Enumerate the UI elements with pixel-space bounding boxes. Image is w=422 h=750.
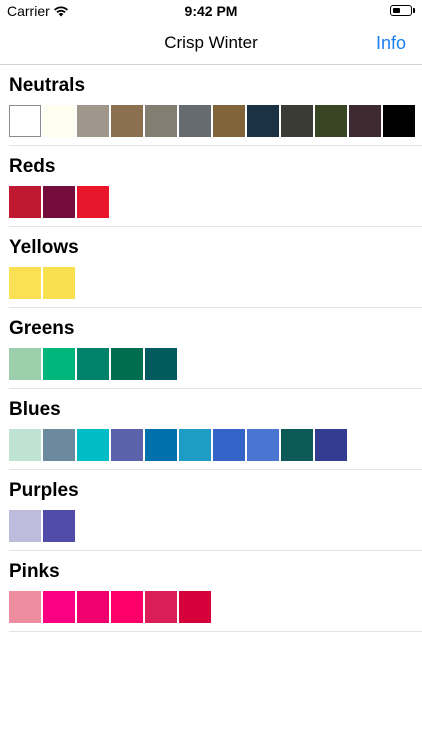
info-button[interactable]: Info — [376, 33, 406, 54]
color-swatch[interactable] — [77, 105, 109, 137]
color-swatch[interactable] — [43, 348, 75, 380]
color-swatch[interactable] — [9, 105, 41, 137]
color-swatch[interactable] — [281, 105, 313, 137]
color-swatch[interactable] — [9, 186, 41, 218]
swatch-row — [9, 591, 213, 623]
color-swatch[interactable] — [145, 429, 177, 461]
battery-icon — [390, 5, 412, 16]
color-swatch[interactable] — [247, 105, 279, 137]
navigation-bar: Crisp Winter Info — [0, 22, 422, 65]
section-purples: Purples — [9, 470, 422, 551]
swatch-row — [9, 510, 77, 542]
swatch-row — [9, 186, 111, 218]
color-swatch[interactable] — [77, 348, 109, 380]
color-swatch[interactable] — [43, 267, 75, 299]
swatch-row — [9, 105, 417, 137]
color-swatch[interactable] — [179, 591, 211, 623]
section-neutrals: Neutrals — [9, 65, 422, 146]
battery-cap — [413, 8, 415, 13]
color-swatch[interactable] — [9, 591, 41, 623]
section-title: Yellows — [9, 237, 79, 258]
section-title: Pinks — [9, 561, 60, 582]
color-swatch[interactable] — [213, 105, 245, 137]
color-swatch[interactable] — [281, 429, 313, 461]
color-swatch[interactable] — [9, 510, 41, 542]
color-swatch[interactable] — [213, 429, 245, 461]
color-swatch[interactable] — [43, 186, 75, 218]
color-swatch[interactable] — [77, 186, 109, 218]
clock: 9:42 PM — [184, 3, 238, 19]
section-blues: Blues — [9, 389, 422, 470]
color-swatch[interactable] — [43, 105, 75, 137]
color-swatch[interactable] — [43, 510, 75, 542]
status-bar: Carrier 9:42 PM — [0, 0, 422, 22]
section-pinks: Pinks — [9, 551, 422, 632]
section-title: Blues — [9, 399, 61, 420]
color-swatch[interactable] — [111, 348, 143, 380]
color-swatch[interactable] — [315, 429, 347, 461]
color-swatch[interactable] — [111, 429, 143, 461]
battery-level — [393, 8, 400, 13]
color-swatch[interactable] — [349, 105, 381, 137]
section-title: Purples — [9, 480, 79, 501]
color-swatch[interactable] — [9, 348, 41, 380]
section-title: Reds — [9, 156, 56, 177]
color-swatch[interactable] — [9, 267, 41, 299]
swatch-row — [9, 429, 349, 461]
page-title: Crisp Winter — [164, 33, 258, 52]
color-swatch[interactable] — [9, 429, 41, 461]
color-swatch[interactable] — [77, 591, 109, 623]
color-swatch[interactable] — [315, 105, 347, 137]
section-reds: Reds — [9, 146, 422, 227]
color-swatch[interactable] — [179, 429, 211, 461]
section-title: Greens — [9, 318, 75, 339]
color-swatch[interactable] — [247, 429, 279, 461]
section-yellows: Yellows — [9, 227, 422, 308]
color-swatch[interactable] — [145, 105, 177, 137]
swatch-row — [9, 267, 77, 299]
color-swatch[interactable] — [43, 591, 75, 623]
color-swatch[interactable] — [43, 429, 75, 461]
color-swatch[interactable] — [77, 429, 109, 461]
color-swatch[interactable] — [179, 105, 211, 137]
color-swatch[interactable] — [111, 591, 143, 623]
color-swatch[interactable] — [383, 105, 415, 137]
color-swatch[interactable] — [111, 105, 143, 137]
section-greens: Greens — [9, 308, 422, 389]
color-swatch[interactable] — [145, 348, 177, 380]
color-swatch[interactable] — [145, 591, 177, 623]
palette-list: Neutrals Reds Yellows Greens Blues Purples Pin… — [0, 65, 422, 632]
section-title: Neutrals — [9, 75, 86, 96]
swatch-row — [9, 348, 179, 380]
